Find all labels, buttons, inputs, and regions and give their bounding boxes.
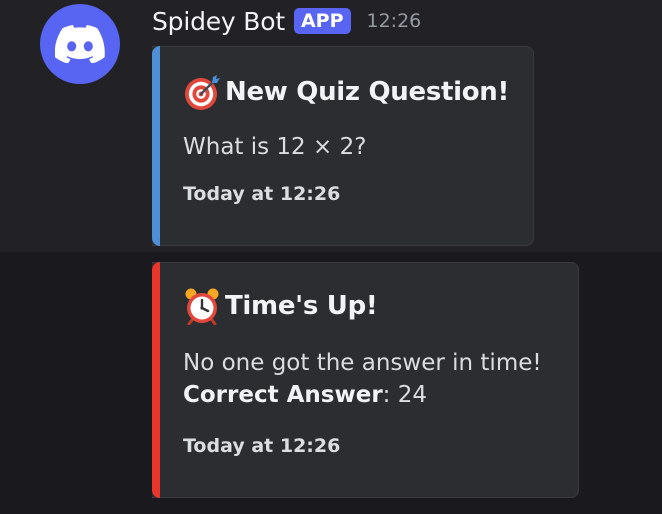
alarm-clock-icon (185, 288, 219, 325)
app-badge: APP (293, 8, 351, 34)
message-header: Spidey Bot APP 12:26 (152, 3, 421, 39)
avatar[interactable] (40, 4, 120, 84)
embed-times-up: Time's Up! No one got the answer in time… (152, 262, 579, 498)
embed-footer-timestamp: Today at 12:26 (183, 435, 341, 457)
embed-quiz-question: New Quiz Question! What is 12 × 2? Today… (152, 46, 534, 246)
embed-accent-bar (152, 262, 160, 498)
embed-title: Time's Up! (183, 287, 378, 325)
direct-hit-icon (185, 75, 220, 110)
embed-title: New Quiz Question! (183, 73, 509, 111)
embed-description: What is 12 × 2? (183, 134, 367, 160)
embed-description-line: No one got the answer in time! (183, 350, 542, 376)
embed-footer-timestamp: Today at 12:26 (183, 183, 341, 205)
embed-accent-bar (152, 46, 160, 246)
message-followup: Time's Up! No one got the answer in time… (0, 252, 662, 514)
discord-logo-icon (55, 25, 105, 63)
message-timestamp[interactable]: 12:26 (367, 10, 422, 32)
answer-separator: : (382, 382, 398, 408)
username[interactable]: Spidey Bot (152, 7, 285, 36)
embed-description: No one got the answer in time! Correct A… (183, 347, 542, 411)
correct-answer-label: Correct Answer (183, 382, 383, 408)
correct-answer-value: 24 (397, 382, 427, 408)
message-group: Spidey Bot APP 12:26 New Quiz Question! … (0, 0, 662, 252)
chat-viewport: Spidey Bot APP 12:26 New Quiz Question! … (0, 0, 662, 514)
